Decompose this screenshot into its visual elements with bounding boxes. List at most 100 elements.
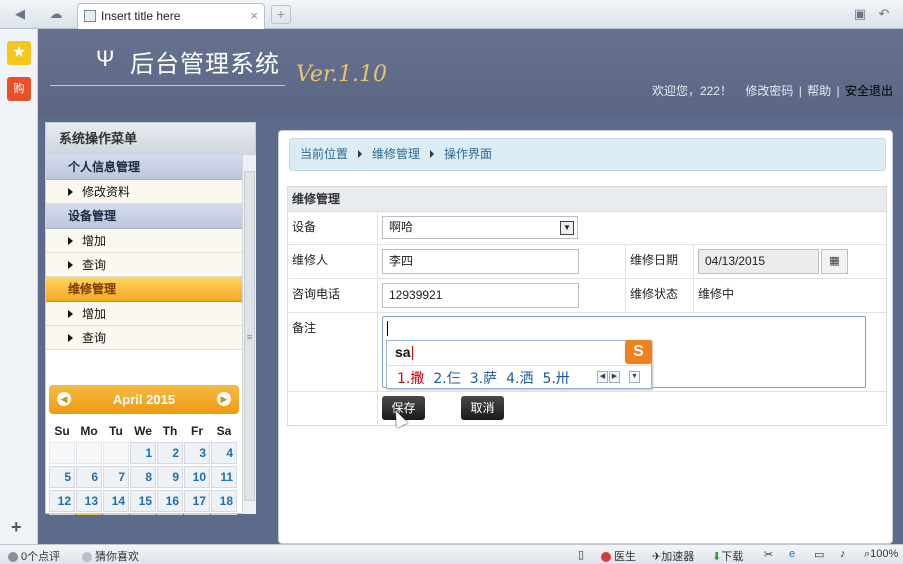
calendar-day[interactable]: 14	[103, 490, 129, 512]
calendar-day[interactable]: 12	[49, 490, 75, 512]
calendar-day[interactable]: 5	[49, 466, 75, 488]
ime-candidates: 1.撒 2.仨 3.萨 4.洒 5.卅	[397, 368, 579, 388]
column-divider	[625, 279, 626, 313]
calendar-day[interactable]: 8	[130, 466, 156, 488]
ime-prev-icon[interactable]: ◀	[597, 371, 608, 383]
notes-label: 备注	[292, 321, 317, 335]
menu-item-device-add[interactable]: 增加	[46, 229, 242, 253]
volume-icon[interactable]: ♪	[840, 548, 846, 560]
shopping-bag-icon[interactable]: 购	[7, 77, 31, 101]
sogou-logo-icon: S	[625, 340, 652, 364]
calendar-day[interactable]: 6	[76, 466, 102, 488]
calendar-day[interactable]: 11	[211, 466, 237, 488]
comments-item[interactable]: 0个点评	[8, 548, 60, 564]
menu-item-edit-profile[interactable]: 修改资料	[46, 180, 242, 204]
calendar-day[interactable]: 4	[211, 442, 237, 464]
calendar-day[interactable]: 17	[184, 490, 210, 512]
calendar-day[interactable]: 21	[103, 514, 129, 515]
zoom-item[interactable]: ⌕100%	[864, 548, 898, 561]
menu-item-repair-add[interactable]: 增加	[46, 302, 242, 326]
ime-more-icon[interactable]: ▼	[629, 371, 640, 383]
calendar-day[interactable]: 3	[184, 442, 210, 464]
doctor-item[interactable]: 医生	[601, 548, 636, 564]
tab-close-icon[interactable]: ×	[250, 8, 258, 23]
calendar-day[interactable]: 2	[157, 442, 183, 464]
ime-candidate[interactable]: 2.仨	[433, 371, 460, 387]
calendar-day[interactable]: 20	[76, 514, 102, 515]
screenshot-icon[interactable]: ✂	[764, 548, 773, 561]
calendar-next-icon[interactable]: ▶	[217, 392, 231, 406]
calendar-icon[interactable]: ▦	[821, 249, 848, 274]
sidebar-toggle-icon[interactable]: ◀	[10, 5, 30, 23]
calendar-day[interactable]: 7	[103, 466, 129, 488]
device-select[interactable]: 啊哈 ▼	[382, 216, 578, 239]
repair-date-label: 维修日期	[630, 253, 679, 267]
ime-candidate[interactable]: 5.卅	[542, 371, 569, 387]
ime-candidate[interactable]: 4.洒	[506, 371, 533, 387]
calendar-day[interactable]: 10	[184, 466, 210, 488]
favorites-star-icon[interactable]: ★	[7, 41, 31, 65]
ime-candidate[interactable]: 1.撒	[397, 371, 424, 387]
calendar-weekday: Th	[162, 424, 178, 438]
repair-date-input[interactable]: 04/13/2015	[698, 249, 819, 274]
breadcrumb-item[interactable]: 维修管理	[372, 147, 420, 161]
repairer-input[interactable]: 李四	[382, 249, 579, 274]
calendar-day[interactable]: 15	[130, 490, 156, 512]
ime-composition: sa	[395, 344, 413, 361]
calendar-day[interactable]: 22	[130, 514, 156, 515]
accelerator-item[interactable]: ✈加速器	[652, 548, 694, 564]
ime-cursor	[411, 346, 413, 361]
calendar-day[interactable]: 19	[49, 514, 75, 515]
calendar-day[interactable]: 24	[184, 514, 210, 515]
scrollbar-thumb[interactable]: ≡	[244, 171, 255, 501]
calendar-day[interactable]: 25	[211, 514, 237, 515]
ime-candidate[interactable]: 3.萨	[470, 371, 497, 387]
calendar-day[interactable]: 23	[157, 514, 183, 515]
tile-windows-icon[interactable]: ▣	[850, 5, 870, 23]
browser-tab[interactable]: Insert title here ×	[77, 3, 265, 29]
logout-link[interactable]: 安全退出	[845, 84, 893, 98]
download-item[interactable]: ⬇下载	[712, 548, 743, 564]
window-icon[interactable]: ▭	[814, 548, 824, 561]
calendar-grid: Su Mo Tu We Th Fr Sa 1 2 3 4 5 6 7 8 9 10 11 12 13 14 15 16 17 1…	[49, 420, 239, 515]
top-links: 欢迎您，222！ 修改密码 | 帮助 | 安全退出	[652, 82, 893, 99]
calendar-weekday: Su	[54, 424, 70, 438]
new-tab-button[interactable]: +	[271, 5, 291, 24]
calendar-day[interactable]: 13	[76, 490, 102, 512]
text-caret	[387, 321, 388, 336]
menu-group-devices[interactable]: 设备管理	[46, 204, 242, 229]
cancel-button[interactable]: 取消	[461, 396, 504, 420]
header-divider	[50, 85, 285, 86]
breadcrumb-arrow-icon	[430, 150, 435, 158]
form-title: 维修管理	[288, 187, 886, 212]
guess-item[interactable]: 猜你喜欢	[82, 548, 139, 564]
add-panel-icon[interactable]: +	[11, 517, 22, 538]
column-divider	[693, 245, 694, 279]
calendar-day[interactable]: 9	[157, 466, 183, 488]
ime-typed-text: sa	[395, 344, 411, 360]
version-label: Ver.1.10	[296, 62, 387, 87]
menu-group-repair[interactable]: 维修管理	[46, 277, 242, 302]
menu-group-personal[interactable]: 个人信息管理	[46, 155, 242, 180]
breadcrumb-item: 操作界面	[444, 147, 493, 161]
menu-scrollbar[interactable]: ≡	[242, 155, 256, 514]
breadcrumb-arrow-icon	[358, 150, 363, 158]
calendar-day[interactable]: 1	[130, 442, 156, 464]
calendar-prev-icon[interactable]: ◀	[57, 392, 71, 406]
ie-icon[interactable]: e	[789, 548, 795, 560]
comment-icon	[8, 552, 18, 563]
ime-next-icon[interactable]: ▶	[609, 371, 620, 383]
phone-input[interactable]: 12939921	[382, 283, 579, 308]
guess-label: 猜你喜欢	[95, 551, 139, 563]
change-password-link[interactable]: 修改密码	[745, 84, 793, 98]
doctor-icon	[601, 552, 611, 563]
phone-icon[interactable]: ▯	[578, 548, 584, 561]
calendar-day[interactable]: 16	[157, 490, 183, 512]
help-link[interactable]: 帮助	[807, 84, 831, 98]
cloud-icon[interactable]: ☁	[46, 5, 66, 23]
app-header: Ψ 后台管理系统 Ver.1.10 欢迎您，222！ 修改密码 | 帮助 | 安…	[38, 29, 903, 117]
menu-item-repair-query[interactable]: 查询	[46, 326, 242, 350]
calendar-day[interactable]: 18	[211, 490, 237, 512]
back-arrow-icon[interactable]: ↶	[874, 5, 894, 23]
menu-item-device-query[interactable]: 查询	[46, 253, 242, 277]
